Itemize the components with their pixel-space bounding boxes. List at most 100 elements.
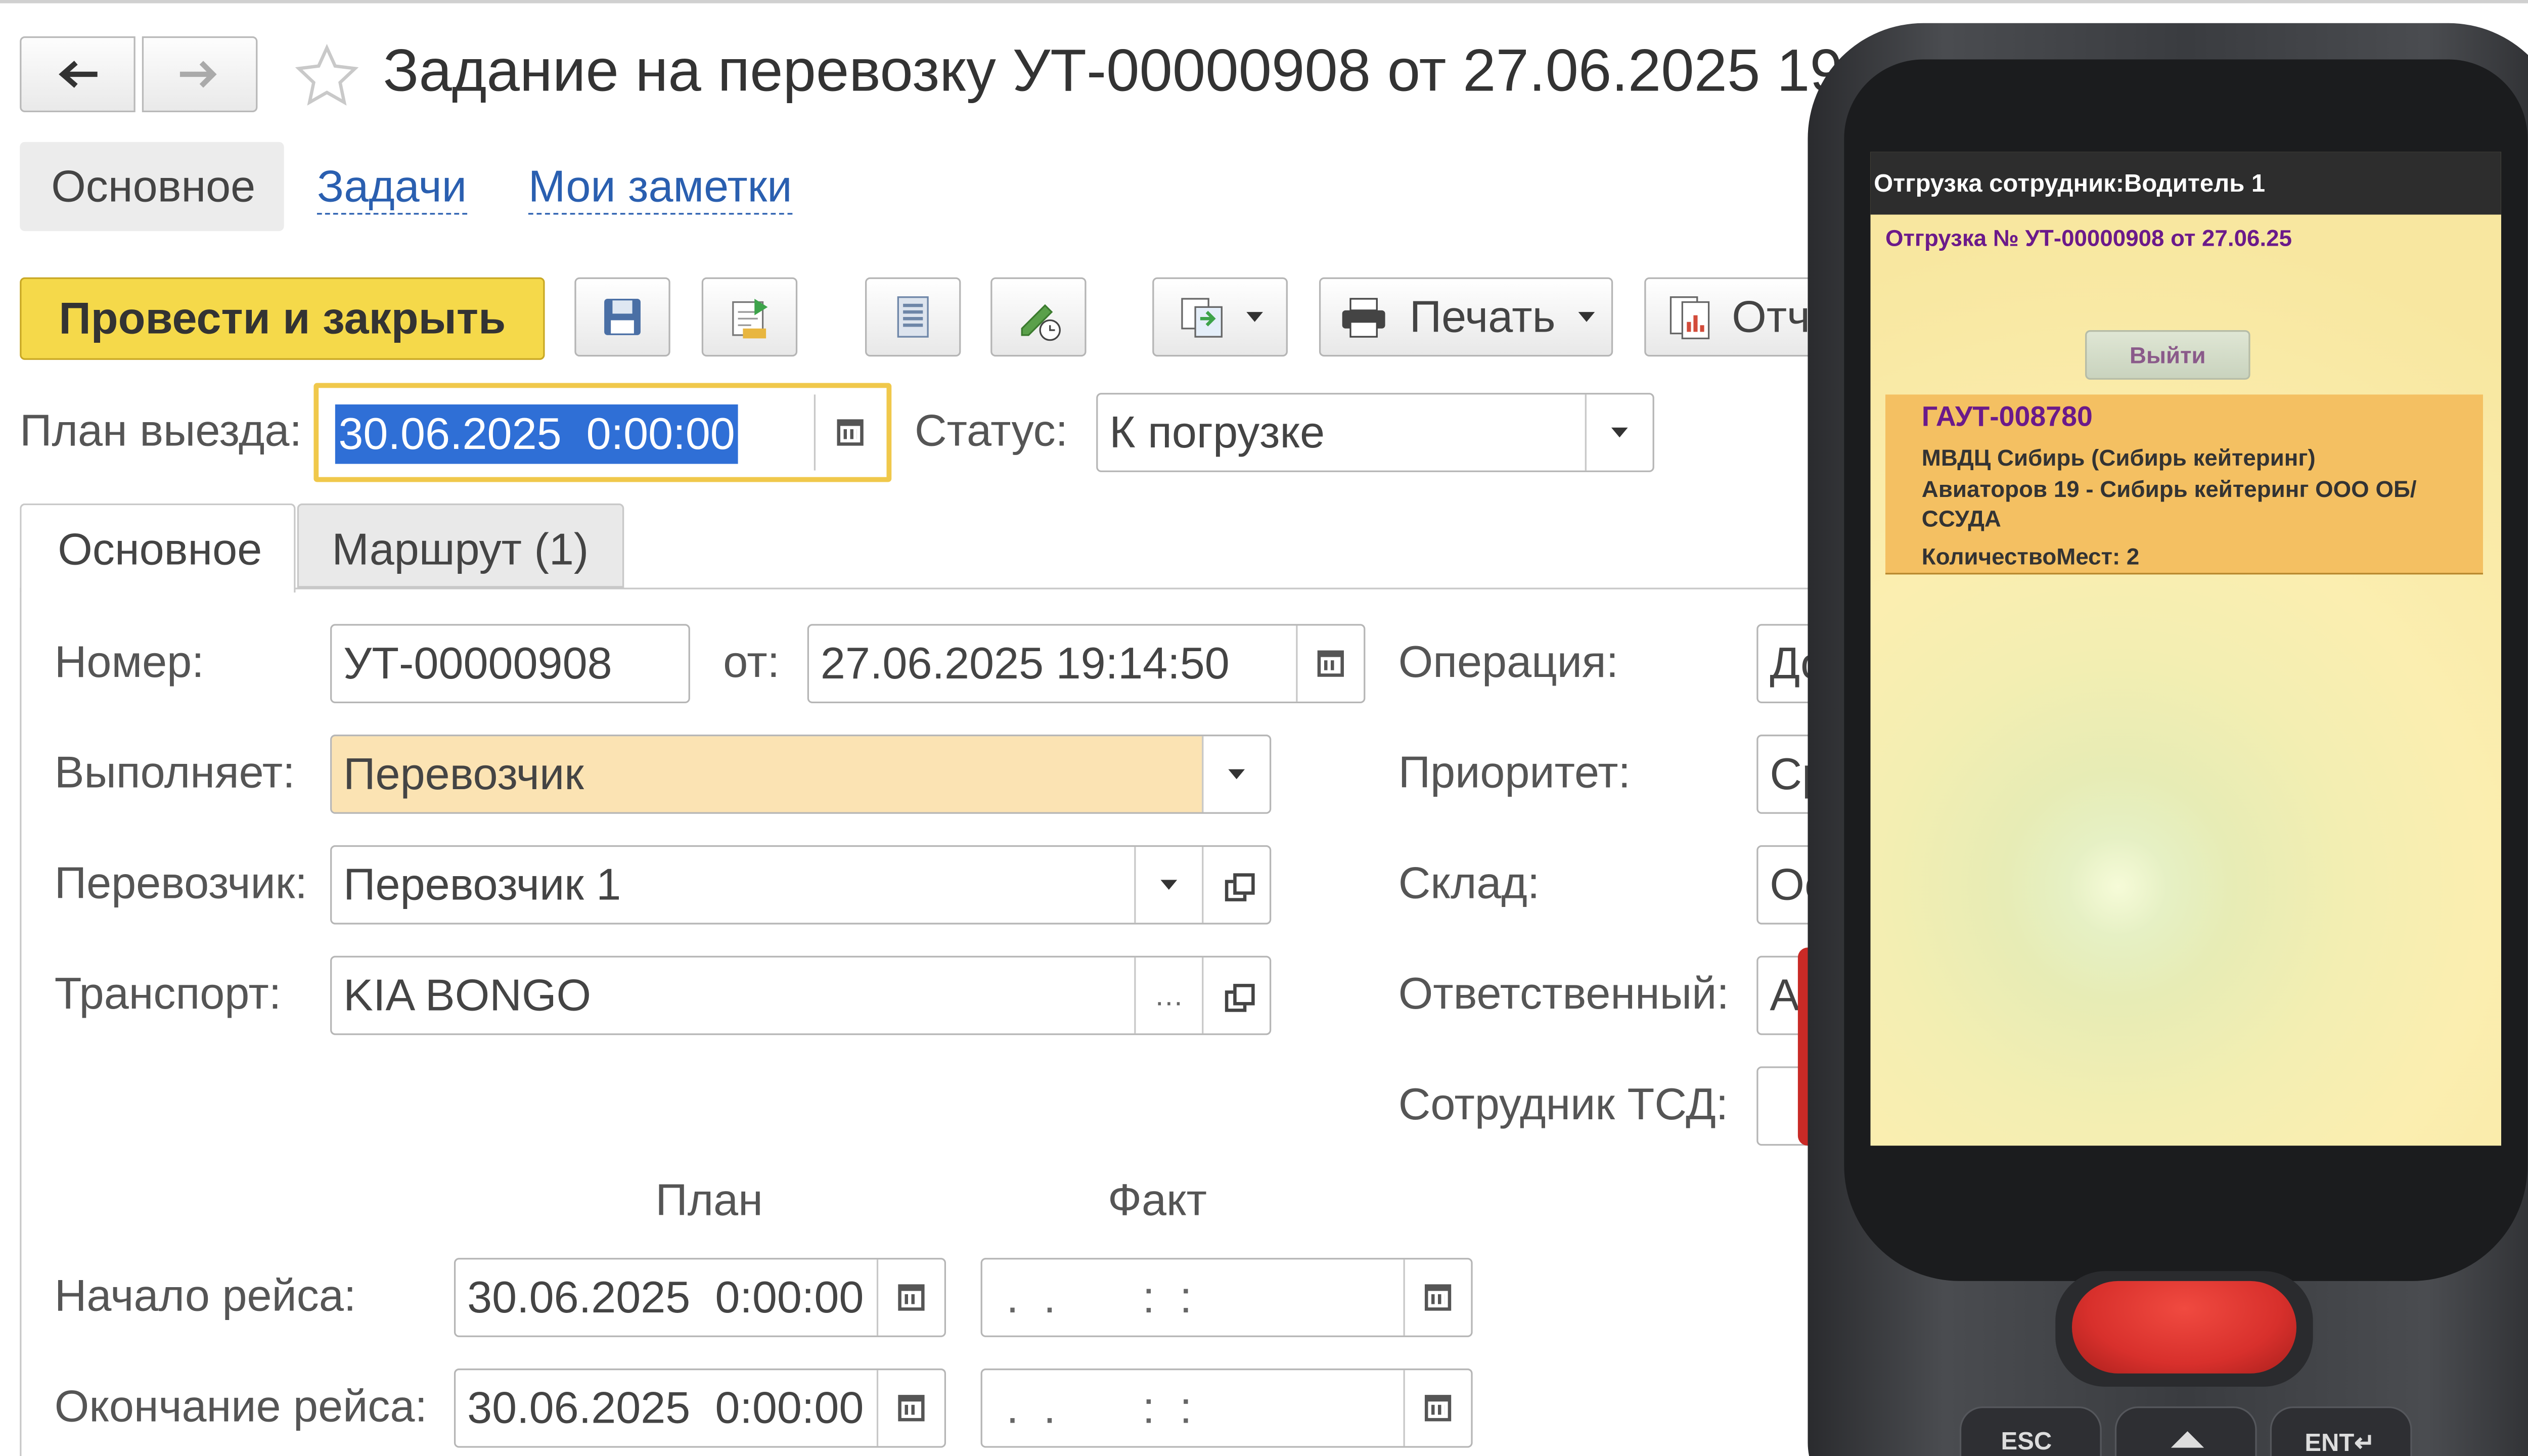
chevron-down-icon [1228, 769, 1245, 780]
tab-form-main[interactable]: Основное [20, 503, 296, 593]
document-date-calendar-button[interactable] [1296, 625, 1364, 702]
calendar-icon [837, 419, 864, 446]
open-in-new-icon [1225, 984, 1255, 1012]
chevron-down-icon [1611, 427, 1628, 438]
reports-label: Отч [1732, 291, 1811, 341]
create-based-on-button[interactable] [1152, 277, 1288, 357]
trip-end-fact-field[interactable]: . . : : [980, 1368, 1473, 1448]
trip-start-label: Начало рейса: [54, 1271, 356, 1321]
form-left-border [20, 589, 22, 1456]
trip-start-plan-field[interactable]: 30.06.2025 0:00:00 [454, 1258, 946, 1337]
chevron-down-icon [1578, 312, 1595, 322]
calendar-icon [1424, 1395, 1452, 1422]
window-title: Задание на перевозку УТ-00000908 от 27.0… [383, 36, 1843, 104]
list-document-icon [897, 296, 929, 338]
transport-open-button[interactable] [1202, 957, 1270, 1034]
priority-label: Приоритет: [1398, 748, 1631, 798]
post-and-close-button[interactable]: Провести и закрыть [20, 277, 545, 360]
calendar-icon [1424, 1284, 1452, 1311]
device-item-line3: ССУДА [1921, 505, 2001, 532]
device-header-title: Отгрузка сотрудник:Водитель 1 [1874, 170, 2266, 198]
trip-end-plan-calendar-button[interactable] [876, 1370, 944, 1446]
post-document-icon [732, 299, 768, 339]
status-select[interactable]: К погрузке [1096, 393, 1654, 472]
handheld-scanner: Отгрузка сотрудник:Водитель 1 Отгрузка №… [1797, 23, 2528, 1456]
trip-end-fact-value: . . : : [994, 1382, 1192, 1432]
scan-button[interactable] [2071, 1281, 2297, 1374]
plan-departure-calendar-button[interactable] [814, 394, 885, 471]
edit-history-button[interactable] [990, 277, 1087, 357]
back-button[interactable] [20, 36, 136, 113]
status-dropdown-button[interactable] [1585, 394, 1653, 471]
executor-dropdown-button[interactable] [1202, 736, 1270, 812]
device-header-bar: Отгрузка сотрудник:Водитель 1 [1870, 152, 2501, 215]
trip-start-fact-calendar-button[interactable] [1403, 1259, 1471, 1336]
floppy-disk-icon [604, 299, 641, 335]
carrier-select[interactable]: Перевозчик 1 [330, 845, 1272, 925]
warehouse-label: Склад: [1398, 858, 1540, 908]
carrier-open-button[interactable] [1202, 847, 1270, 923]
fact-column-header: Факт [1108, 1175, 1207, 1225]
chevron-down-icon [1246, 312, 1263, 322]
screenshot-stage: Задание на перевозку УТ-00000908 от 27.0… [0, 0, 2528, 1456]
document-date-field[interactable]: 27.06.2025 19:14:50 [807, 624, 1366, 704]
open-in-new-icon [1225, 873, 1255, 901]
trip-end-fact-calendar-button[interactable] [1403, 1370, 1471, 1446]
carrier-label: Перевозчик: [54, 858, 307, 908]
device-exit-button[interactable]: Выйти [2085, 330, 2250, 380]
arrow-left-icon [59, 61, 98, 88]
forward-button[interactable] [142, 36, 258, 113]
post-button[interactable] [701, 277, 798, 357]
transport-choose-button[interactable]: … [1134, 957, 1202, 1034]
pencil-clock-icon [1021, 304, 1061, 341]
save-button[interactable] [574, 277, 670, 357]
number-field[interactable]: УТ-00000908 [330, 624, 690, 704]
trip-end-plan-value: 30.06.2025 0:00:00 [467, 1382, 864, 1432]
top-border [0, 0, 2528, 4]
document-list-button[interactable] [865, 277, 961, 357]
calendar-icon [898, 1284, 925, 1311]
star-icon[interactable] [294, 43, 360, 109]
carrier-dropdown-button[interactable] [1134, 847, 1202, 923]
trip-start-plan-calendar-button[interactable] [876, 1259, 944, 1336]
tsd-employee-label: Сотрудник ТСД: [1398, 1079, 1729, 1129]
plan-departure-label: План выезда: [20, 406, 302, 456]
plan-departure-field[interactable]: 30.06.2025 0:00:00 [313, 383, 892, 482]
trip-end-label: Окончание рейса: [54, 1382, 427, 1432]
transport-label: Транспорт: [54, 969, 282, 1019]
responsible-label: Ответственный: [1398, 969, 1729, 1019]
executor-select[interactable]: Перевозчик [330, 735, 1272, 814]
up-key[interactable] [2114, 1406, 2257, 1456]
tab-main-top-label: Основное [51, 161, 256, 211]
plan-column-header: План [655, 1175, 763, 1225]
tab-main-top[interactable]: Основное [20, 142, 284, 232]
transport-select[interactable]: KIA BONGO … [330, 956, 1272, 1035]
chevron-down-icon [1160, 880, 1178, 890]
tab-my-notes[interactable]: Мои заметки [528, 162, 792, 215]
device-item-line2: Авиаторов 19 - Сибирь кейтеринг ООО ОБ/ [1921, 475, 2417, 502]
device-screen: Отгрузка сотрудник:Водитель 1 Отгрузка №… [1870, 152, 2501, 1146]
device-item-line1: МВДЦ Сибирь (Сибирь кейтеринг) [1921, 444, 2316, 471]
tab-route[interactable]: Маршрут (1) [297, 503, 624, 588]
print-button[interactable]: Печать [1319, 277, 1613, 357]
document-date-value: 27.06.2025 19:14:50 [820, 638, 1230, 688]
enter-key[interactable]: ENT↵ [2270, 1406, 2412, 1456]
arrow-right-icon [179, 61, 217, 88]
device-list-item[interactable]: ГАУТ-008780 МВДЦ Сибирь (Сибирь кейтерин… [1885, 394, 2484, 575]
create-based-on-icon [1181, 298, 1223, 338]
tab-route-label: Маршрут (1) [332, 525, 589, 575]
plan-departure-selection: 30.06.2025 0:00:00 [335, 404, 739, 464]
tab-tasks[interactable]: Задачи [317, 162, 467, 215]
trip-start-plan-value: 30.06.2025 0:00:00 [467, 1271, 864, 1322]
from-label: от: [723, 637, 780, 687]
device-item-qty: КоличествоМест: 2 [1921, 543, 2140, 570]
enter-key-label: ENT↵ [2305, 1429, 2375, 1456]
trip-end-plan-field[interactable]: 30.06.2025 0:00:00 [454, 1368, 946, 1448]
esc-key[interactable]: ESC [1959, 1406, 2102, 1456]
calendar-icon [898, 1395, 925, 1422]
printer-icon [1341, 298, 1385, 338]
number-value: УТ-00000908 [343, 638, 612, 688]
device-exit-label: Выйти [2129, 341, 2206, 369]
trip-start-fact-field[interactable]: . . : : [980, 1258, 1473, 1337]
carrier-value: Перевозчик 1 [343, 859, 621, 909]
